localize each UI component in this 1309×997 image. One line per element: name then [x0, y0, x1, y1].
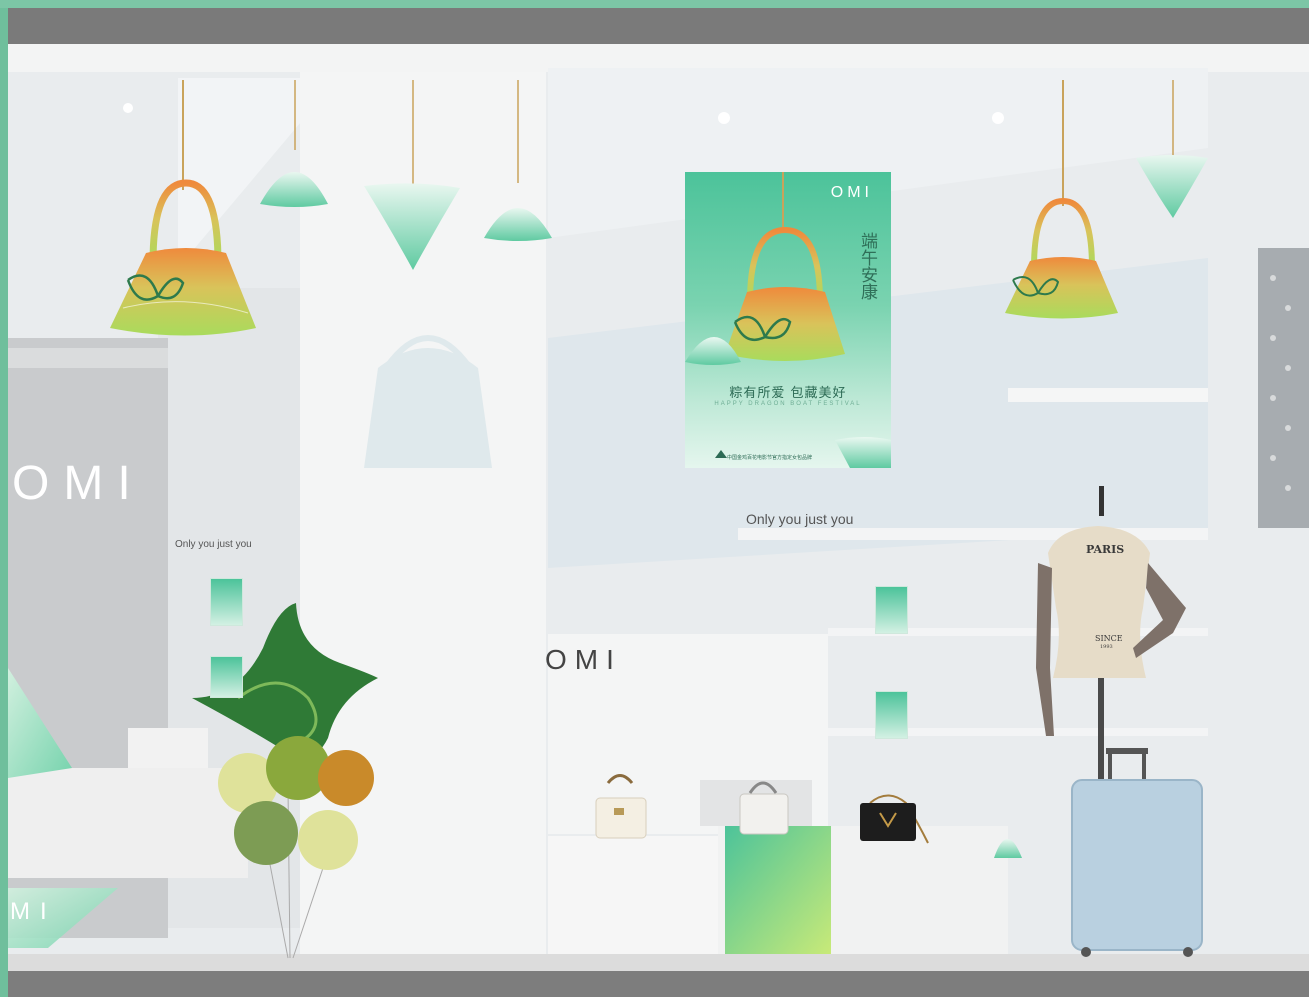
mini-poster-1 — [210, 578, 243, 626]
upper-shelf — [1008, 388, 1208, 402]
bottom-band — [8, 971, 1309, 997]
poster-footer: 中国金鸡百花电影节官方指定女包品牌 — [727, 455, 813, 461]
tagline-main: Only you just you — [746, 511, 854, 527]
brand-logo-left: OMI — [12, 457, 145, 510]
brand-logo-bottom: MI — [10, 898, 57, 925]
left-room-beam — [8, 348, 168, 368]
poster-slogan: 粽有所爱 包藏美好 — [729, 386, 847, 401]
mannequin-print-top: PARIS — [1086, 543, 1125, 556]
left-counter-block — [128, 728, 208, 768]
display-plinth-left — [548, 836, 718, 956]
mini-poster-3 — [875, 586, 908, 634]
suitcase-icon — [1071, 748, 1203, 957]
balloon-cream-2-icon — [298, 810, 358, 870]
poster-handbag-illustration — [685, 172, 891, 468]
frame-top-border — [0, 0, 1309, 8]
balloon-gold-icon — [318, 750, 374, 806]
mannequin-print-bottom: SINCE — [1095, 634, 1123, 643]
mini-poster-4 — [875, 691, 908, 739]
mannequin-print-year: 1993 — [1100, 644, 1113, 650]
storefront-illustration — [8, 68, 1309, 974]
storefront-scene: OMI OMI MI Only you just you Only you ju… — [8, 8, 1309, 997]
left-counter — [8, 768, 248, 878]
tagline-side: Only you just you — [175, 539, 252, 550]
perforated-panel — [1258, 248, 1309, 528]
balloon-olive-2-icon — [234, 801, 298, 865]
poster-vertical-greeting: 端午安康 — [857, 232, 877, 300]
mini-poster-2 — [210, 656, 243, 698]
poster-subtitle: HAPPY DRAGON BOAT FESTIVAL — [714, 401, 862, 407]
green-runner — [725, 826, 831, 956]
hanging-poster: OMI 端午安康 粽有所爱 包藏美好 HAPPY DRAGON BOAT FES… — [685, 172, 891, 468]
handbag-silhouette-icon — [364, 348, 492, 468]
brand-logo-center: OMI — [545, 644, 622, 675]
